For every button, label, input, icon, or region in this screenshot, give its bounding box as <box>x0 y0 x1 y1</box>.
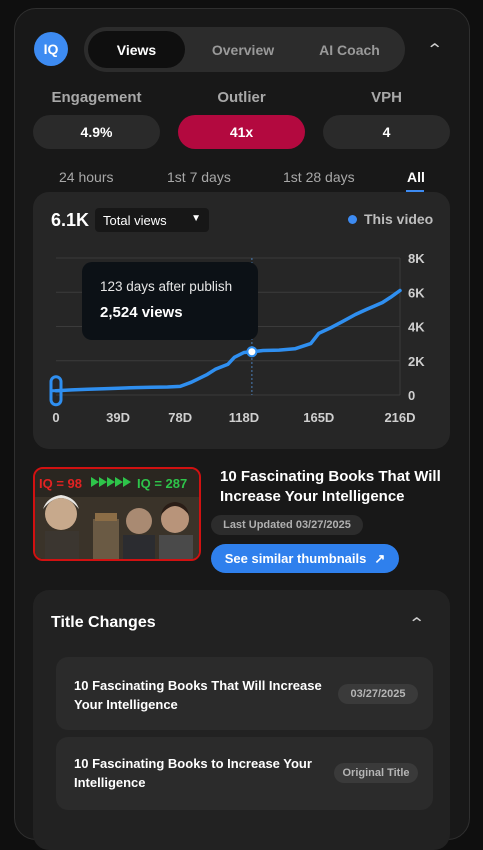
thumbnail-image: IQ = 98 IQ = 287 <box>35 469 199 559</box>
range-first-28-days[interactable]: 1st 28 days <box>283 169 355 185</box>
tab-views[interactable]: Views <box>88 31 185 68</box>
x-tick-label: 0 <box>52 410 59 425</box>
thumbnail-text-left: IQ = 98 <box>39 476 82 491</box>
y-tick-label: 2K <box>408 354 425 369</box>
stat-label-vph: VPH <box>371 89 402 106</box>
title-change-text: 10 Fascinating Books to Increase Your In… <box>74 756 312 790</box>
logo-text: IQ <box>43 41 59 57</box>
range-all[interactable]: All <box>407 169 425 185</box>
stat-label-outlier: Outlier <box>217 89 266 106</box>
title-change-text: 10 Fascinating Books That Will Increase … <box>74 678 322 712</box>
see-similar-thumbnails-button[interactable]: See similar thumbnails ↗ <box>211 544 399 573</box>
range-first-7-days[interactable]: 1st 7 days <box>167 169 231 185</box>
title-change-date-badge: 03/27/2025 <box>338 684 418 704</box>
metric-select-label: Total views <box>103 212 167 228</box>
legend-dot <box>348 215 357 224</box>
y-tick-label: 6K <box>408 285 425 300</box>
x-tick-label: 78D <box>168 410 192 425</box>
x-tick-label: 118D <box>229 410 259 425</box>
video-thumbnail[interactable]: IQ = 98 IQ = 287 <box>33 467 201 561</box>
title-changes-heading: Title Changes <box>51 614 156 631</box>
y-tick-label: 0 <box>408 388 415 403</box>
x-tick-label: 165D <box>303 410 334 425</box>
similar-button-label: See similar thumbnails <box>224 551 367 566</box>
chevron-up-icon[interactable]: ⌃ <box>426 40 443 60</box>
total-views-value: 6.1K <box>51 210 90 230</box>
stat-label-engagement: Engagement <box>51 89 142 106</box>
y-tick-label: 8K <box>408 251 425 266</box>
tab-overview[interactable]: Overview <box>195 31 291 68</box>
chevron-down-icon: ▼ <box>191 213 201 224</box>
legend-label: This video <box>364 211 434 227</box>
y-tick-label: 4K <box>408 320 425 335</box>
thumbnail-text-right: IQ = 287 <box>137 476 187 491</box>
last-updated-badge: Last Updated 03/27/2025 <box>211 515 363 535</box>
video-title[interactable]: 10 Fascinating Books That Will Increase … <box>220 467 460 507</box>
title-change-original-badge: Original Title <box>334 763 418 783</box>
chevron-up-icon[interactable]: ⌃ <box>408 614 425 634</box>
tab-ai-coach[interactable]: AI Coach <box>301 31 398 68</box>
iq-logo: IQ <box>34 32 68 66</box>
tooltip-days: 123 days after publish <box>100 279 233 294</box>
chart-tooltip: 123 days after publish 2,524 views <box>82 262 258 340</box>
view-tabs: Views Overview AI Coach <box>84 27 405 72</box>
x-tick-label: 216D <box>384 410 415 425</box>
title-change-item: 10 Fascinating Books That Will Increase … <box>56 657 433 730</box>
engagement-value: 4.9% <box>33 115 160 149</box>
external-link-icon: ↗ <box>374 550 386 566</box>
tooltip-views: 2,524 views <box>100 304 183 321</box>
outlier-value: 41x <box>178 115 305 149</box>
title-change-item: 10 Fascinating Books to Increase Your In… <box>56 737 433 810</box>
x-tick-label: 39D <box>106 410 130 425</box>
range-24-hours[interactable]: 24 hours <box>59 169 113 185</box>
highlight-point <box>246 346 258 358</box>
metric-select[interactable]: Total views ▼ <box>95 208 209 232</box>
vph-value: 4 <box>323 115 450 149</box>
